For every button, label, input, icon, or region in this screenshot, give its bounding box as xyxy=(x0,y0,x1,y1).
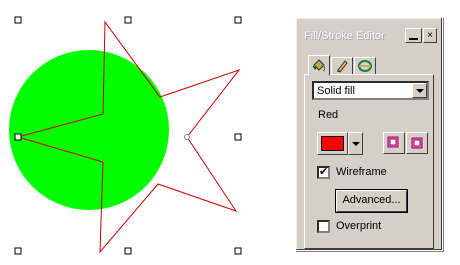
wireframe-checkbox[interactable]: ✔ xyxy=(317,166,330,179)
wireframe-label: Wireframe xyxy=(336,166,387,178)
copy-color-button[interactable] xyxy=(383,132,405,154)
copy-color-icon xyxy=(387,136,399,148)
close-button[interactable]: × xyxy=(423,28,437,43)
fill-type-value: Solid fill xyxy=(317,85,355,97)
minimize-button[interactable] xyxy=(405,28,422,43)
handle-middle-right[interactable] xyxy=(234,133,242,141)
fill-type-select[interactable]: Solid fill xyxy=(312,81,429,100)
paint-bucket-icon xyxy=(312,58,326,71)
check-icon: ✔ xyxy=(319,166,329,178)
handle-top-left[interactable] xyxy=(14,16,22,24)
pencil-icon xyxy=(337,60,348,73)
docker-titlebar[interactable]: Fill/Stroke Editor × xyxy=(299,21,439,49)
overprint-checkbox[interactable] xyxy=(317,220,330,233)
chevron-down-icon[interactable] xyxy=(412,83,427,98)
stroke-outline-icon xyxy=(358,60,372,72)
swap-color-button[interactable] xyxy=(406,132,428,154)
overprint-label: Overprint xyxy=(336,220,382,232)
advanced-button[interactable]: Advanced... xyxy=(336,190,407,212)
color-name-label: Red xyxy=(318,109,339,121)
handle-bottom-right[interactable] xyxy=(234,247,242,255)
color-picker-button[interactable] xyxy=(317,132,348,155)
handle-middle-left[interactable] xyxy=(14,133,22,141)
handle-top-center[interactable] xyxy=(124,16,132,24)
swap-color-icon xyxy=(411,137,423,149)
tab-stroke[interactable] xyxy=(354,57,376,75)
tab-pen[interactable] xyxy=(331,57,353,75)
handle-top-right[interactable] xyxy=(234,16,242,24)
tab-fill[interactable] xyxy=(308,55,330,76)
handle-bottom-left[interactable] xyxy=(14,247,22,255)
star-node-handle[interactable] xyxy=(184,134,190,140)
docker-title: Fill/Stroke Editor xyxy=(304,30,385,42)
green-circle[interactable] xyxy=(9,50,169,210)
color-swatch xyxy=(321,136,344,151)
color-dropdown-arrow[interactable] xyxy=(348,132,363,155)
handle-bottom-center[interactable] xyxy=(124,247,132,255)
